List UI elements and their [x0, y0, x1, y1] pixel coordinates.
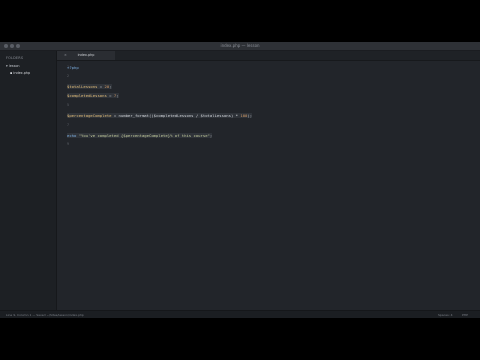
line-number: 9: [66, 142, 69, 146]
code-token: );: [247, 113, 253, 118]
code-token: $completedLessons: [67, 93, 107, 98]
tab-bar: × index.php: [57, 51, 480, 61]
title-bar: index.php — lesson: [0, 42, 480, 51]
code-line[interactable]: echo "You've completed {$percentageCompl…: [67, 133, 213, 138]
code-line[interactable]: $totalLessons = 20;: [67, 84, 112, 89]
status-bar: Line 9, Column 1 — Saved ~/Sites/lesson/…: [0, 310, 480, 318]
code-line[interactable]: $completedLessons = 7;: [67, 93, 119, 98]
sidebar-header: FOLDERS: [6, 56, 24, 60]
code-token: "You've completed {$percentageComplete}%…: [78, 133, 210, 138]
line-number: 5: [66, 103, 69, 107]
code-line[interactable]: <?php: [67, 65, 79, 70]
code-line[interactable]: $percentageComplete = number_format(($co…: [67, 113, 253, 118]
line-number: 7: [66, 123, 69, 127]
sidebar: FOLDERS ▾ lesson ▪ index.php: [0, 51, 57, 310]
file-label: index.php: [13, 71, 31, 75]
code-token: =: [106, 93, 114, 98]
sidebar-item-folder[interactable]: ▾ lesson: [6, 64, 20, 69]
code-token: ;: [209, 133, 213, 138]
tab-label: index.php: [77, 53, 95, 57]
tab-index-php[interactable]: × index.php: [57, 51, 115, 60]
code-editor[interactable]: 123456789 <?php $totalLessons = 20; $compl…: [57, 61, 480, 310]
code-token: ;: [116, 93, 119, 98]
code-token: $percentageComplete: [67, 113, 112, 118]
line-number-gutter: 123456789: [57, 61, 69, 310]
indentation-setting[interactable]: Spaces: 4: [438, 313, 453, 317]
code-token: ;: [109, 84, 112, 89]
code-token: echo: [67, 133, 79, 138]
code-token: = number_format(($completedLessons / $to…: [111, 113, 241, 118]
code-token: $totalLessons: [67, 84, 98, 89]
app-window: index.php — lesson FOLDERS ▾ lesson ▪ in…: [0, 42, 480, 318]
sidebar-item-file[interactable]: ▪ index.php: [10, 71, 30, 76]
status-message: Line 9, Column 1 — Saved ~/Sites/lesson/…: [6, 313, 84, 317]
folder-label: lesson: [8, 64, 20, 68]
window-title: index.php — lesson: [220, 43, 260, 48]
syntax-selector[interactable]: PHP: [462, 313, 468, 317]
code-token: <?php: [67, 65, 79, 70]
line-number: 2: [66, 74, 69, 78]
